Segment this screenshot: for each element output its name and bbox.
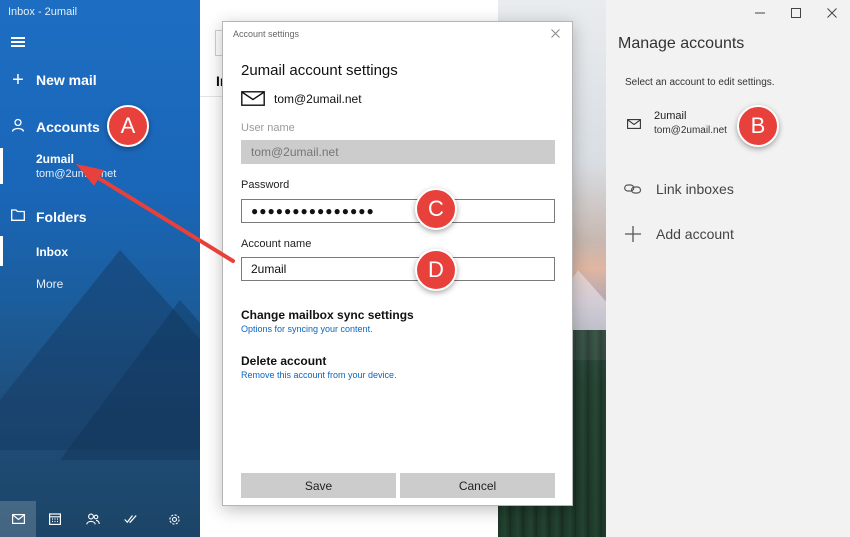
callout-d: D: [415, 249, 457, 291]
cancel-button[interactable]: Cancel: [400, 473, 555, 498]
window-controls: [742, 0, 850, 26]
nav-more-button[interactable]: More: [36, 277, 63, 291]
save-button[interactable]: Save: [241, 473, 396, 498]
people-icon: [86, 513, 100, 525]
double-check-icon: [123, 515, 137, 524]
minimize-icon: [755, 12, 765, 14]
calendar-app-button[interactable]: [36, 501, 74, 537]
callout-b: B: [737, 105, 779, 147]
mail-icon: [241, 91, 265, 106]
nav-inbox-label: Inbox: [36, 245, 68, 259]
close-window-button[interactable]: [814, 0, 850, 26]
mail-icon: [627, 119, 641, 129]
window-title: Inbox - 2umail: [8, 6, 78, 18]
nav-account-name: 2umail: [36, 152, 75, 166]
callout-c: C: [415, 188, 457, 230]
password-label: Password: [241, 179, 290, 191]
sync-settings-description[interactable]: Options for syncing your content.: [241, 324, 373, 334]
link-inboxes-button[interactable]: Link inboxes: [624, 177, 824, 201]
username-label: User name: [241, 122, 295, 134]
change-sync-settings-link[interactable]: Change mailbox sync settings: [241, 308, 414, 322]
new-mail-button[interactable]: + New mail: [0, 68, 200, 91]
close-icon: [827, 8, 837, 18]
maximize-icon: [791, 8, 801, 18]
hamburger-menu-icon[interactable]: [11, 37, 25, 47]
folders-label: Folders: [36, 209, 87, 225]
account-email-row: tom@2umail.net: [241, 91, 362, 106]
account-name-field[interactable]: 2umail: [241, 257, 555, 281]
settings-button[interactable]: [148, 501, 200, 537]
mail-app-button[interactable]: [0, 501, 36, 537]
account-email: tom@2umail.net: [274, 91, 362, 106]
plus-icon: +: [12, 68, 24, 91]
new-mail-label: New mail: [36, 72, 97, 88]
folders-button[interactable]: Folders: [0, 207, 200, 227]
callout-a: A: [107, 105, 149, 147]
selected-indicator: [0, 236, 3, 266]
account-name-value: 2umail: [251, 262, 287, 276]
maximize-button[interactable]: [778, 0, 814, 26]
manage-account-name: 2umail: [654, 110, 687, 122]
account-settings-dialog: Account settings 2umail account settings…: [222, 21, 573, 506]
manage-accounts-hint: Select an account to edit settings.: [625, 77, 775, 88]
bottom-app-bar: [0, 501, 200, 537]
manage-account-2umail[interactable]: 2umail tom@2umail.net: [618, 105, 838, 145]
manage-account-email: tom@2umail.net: [654, 125, 727, 136]
manage-accounts-title: Manage accounts: [618, 35, 745, 52]
password-value: ●●●●●●●●●●●●●●●: [251, 204, 375, 218]
account-name-label: Account name: [241, 238, 312, 250]
add-account-button[interactable]: Add account: [624, 222, 824, 246]
dialog-title: Account settings: [233, 29, 300, 39]
plus-icon: [625, 226, 641, 242]
selected-indicator: [0, 148, 3, 184]
dialog-close-button[interactable]: [551, 26, 560, 41]
accounts-label: Accounts: [36, 119, 100, 135]
password-field[interactable]: ●●●●●●●●●●●●●●●: [241, 199, 555, 223]
minimize-button[interactable]: [742, 0, 778, 26]
calendar-icon: [49, 513, 61, 525]
link-inboxes-label: Link inboxes: [656, 181, 734, 197]
add-account-label: Add account: [656, 226, 734, 242]
navigation-pane: Inbox - 2umail + New mail Accounts 2umai…: [0, 0, 200, 537]
gear-icon: [168, 513, 180, 525]
delete-account-link[interactable]: Delete account: [241, 354, 326, 368]
mail-icon: [11, 514, 25, 524]
todo-app-button[interactable]: [112, 501, 148, 537]
background-mountain: [60, 300, 200, 460]
username-value: tom@2umail.net: [251, 145, 339, 159]
nav-account-email: tom@2umail.net: [36, 168, 117, 180]
dialog-heading: 2umail account settings: [241, 62, 398, 79]
person-icon: [0, 118, 36, 137]
close-icon: [551, 29, 560, 38]
manage-accounts-pane: Manage accounts Select an account to edi…: [606, 0, 850, 537]
username-field: tom@2umail.net: [241, 140, 555, 164]
link-icon: [624, 184, 642, 194]
accounts-button[interactable]: Accounts: [0, 117, 200, 137]
folder-icon: [0, 208, 36, 226]
nav-folder-inbox[interactable]: [0, 236, 200, 266]
people-app-button[interactable]: [74, 501, 112, 537]
delete-account-description[interactable]: Remove this account from your device.: [241, 370, 397, 380]
